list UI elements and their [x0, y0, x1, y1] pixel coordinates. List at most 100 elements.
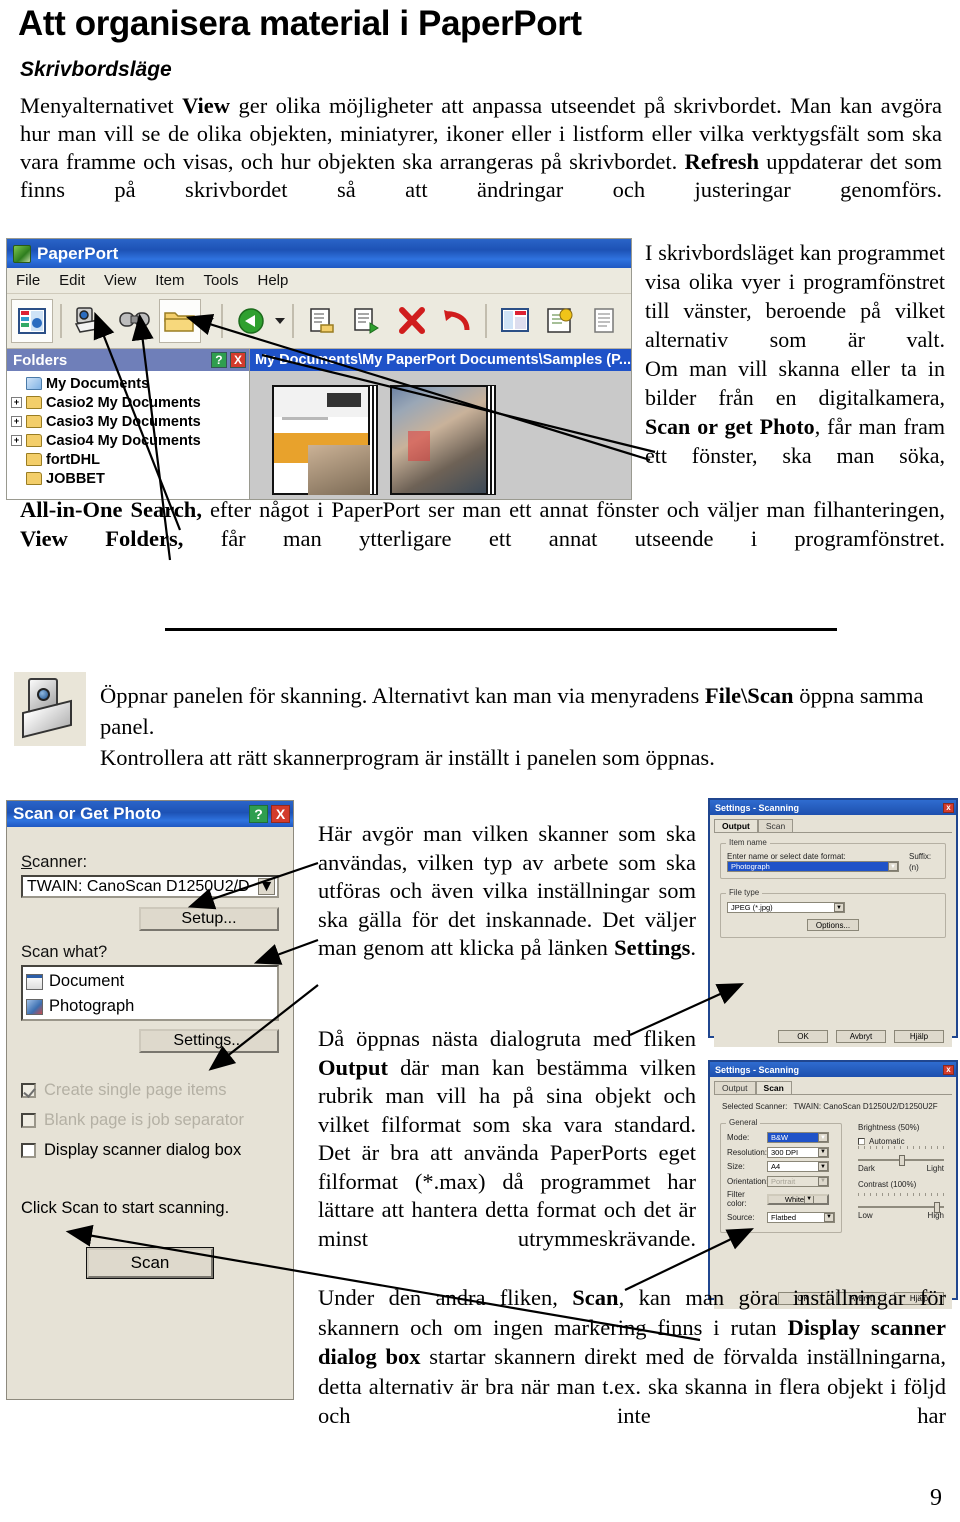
checkbox-create-single-page-items: Create single page items [21, 1075, 279, 1105]
help-icon[interactable]: ? [249, 805, 268, 823]
close-icon[interactable]: X [271, 805, 290, 823]
menu-item[interactable]: Item [155, 272, 184, 289]
tree-item-casio4[interactable]: + Casio4 My Documents [11, 431, 249, 450]
scan-hint-text: Click Scan to start scanning. [21, 1199, 230, 1217]
chevron-down-icon[interactable]: ▼ [818, 1147, 828, 1157]
chevron-down-icon[interactable]: ▼ [888, 862, 898, 871]
field-value: B&W [771, 1133, 789, 1142]
menu-help[interactable]: Help [258, 272, 289, 289]
tab-scan[interactable]: Scan [757, 819, 794, 832]
checkbox-icon [21, 1112, 36, 1128]
tree-item-fortdhl[interactable]: fortDHL [11, 450, 249, 469]
menu-file[interactable]: File [16, 272, 40, 289]
term-settings: Settings [614, 935, 691, 960]
view-folders-icon[interactable] [11, 299, 53, 343]
back-arrow-icon[interactable] [230, 299, 272, 343]
all-in-one-search-icon[interactable] [114, 299, 156, 343]
checkbox-display-scanner-dialog-box[interactable]: Display scanner dialog box [21, 1135, 279, 1165]
setup-button[interactable]: Setup... [139, 907, 279, 931]
field-value: 300 DPI [771, 1147, 799, 1157]
folder-icon [26, 396, 42, 409]
document-page: Att organisera material i PaperPort Skri… [0, 0, 960, 1522]
menu-tools[interactable]: Tools [203, 272, 238, 289]
field-source: Source: Flatbed ▼ [727, 1211, 835, 1223]
tree-expander-casio4[interactable]: + [11, 435, 22, 446]
automatic-checkbox-icon[interactable] [858, 1138, 865, 1145]
close-icon[interactable]: x [943, 802, 954, 813]
folders-close-icon[interactable]: X [229, 352, 246, 368]
close-icon[interactable]: x [943, 1064, 954, 1075]
undo-icon[interactable] [436, 299, 478, 343]
options-button[interactable]: Options... [807, 919, 859, 931]
list-item-photograph[interactable]: Photograph [26, 994, 274, 1019]
chevron-down-icon[interactable]: ▼ [824, 1212, 834, 1222]
folder-icon[interactable] [159, 299, 201, 343]
paperport-title-text: PaperPort [37, 243, 119, 263]
back-dropdown-caret-icon[interactable] [275, 318, 285, 324]
tab-bar: Output Scan [714, 1081, 952, 1095]
field-value: Portrait [771, 1176, 796, 1186]
cancel-button[interactable]: Avbryt [836, 1030, 886, 1043]
scanner-select[interactable]: TWAIN: CanoScan D1250U2/D ▼ [21, 875, 279, 898]
list-item-document[interactable]: Document [26, 969, 274, 994]
field-value-select[interactable]: A4 ▼ [767, 1161, 829, 1172]
delete-icon[interactable] [391, 299, 433, 343]
help-button[interactable]: Hjälp [894, 1030, 944, 1043]
tab-output[interactable]: Output [714, 1081, 756, 1094]
ok-button[interactable]: OK [778, 1030, 828, 1043]
field-value-select[interactable]: White ▼ [767, 1193, 829, 1205]
file-type-value: JPEG (*.jpg) [731, 903, 773, 912]
group-label: General [726, 1118, 761, 1127]
annotate-icon[interactable] [539, 299, 581, 343]
tree-item-casio3[interactable]: + Casio3 My Documents [11, 412, 249, 431]
field-mode: Mode: B&W ▼ [727, 1132, 835, 1143]
settings-button[interactable]: Settings... [139, 1029, 279, 1053]
middle-column-paragraph-2: Då öppnas nästa dialogruta med fliken Ou… [318, 1025, 696, 1253]
intro-paragraph: Menyalternativet View ger olika möjlighe… [20, 92, 942, 204]
scan-button[interactable]: Scan [87, 1248, 213, 1278]
tree-item-root[interactable]: My Documents [11, 374, 249, 393]
file-type-select[interactable]: JPEG (*.jpg) ▼ [727, 902, 845, 913]
intro-text-a: Menyalternativet [20, 93, 183, 118]
section-subtitle: Skrivbordsläge [20, 58, 172, 81]
checkbox-icon [21, 1082, 36, 1098]
field-value-select: Portrait ▼ [767, 1175, 829, 1187]
copy-icon[interactable] [346, 299, 388, 343]
chevron-down-icon[interactable]: ▼ [818, 1133, 828, 1142]
field-value-select[interactable]: B&W ▼ [767, 1132, 829, 1143]
checkbox-label: Display scanner dialog box [44, 1140, 242, 1159]
tree-expander-casio2[interactable]: + [11, 397, 22, 408]
toolbar-separator [60, 304, 62, 338]
tree-expander-casio3[interactable]: + [11, 416, 22, 427]
contrast-label: Contrast (100%) [858, 1180, 917, 1189]
thumbnail-item[interactable] [389, 385, 488, 495]
name-field-value: Photograph [731, 862, 770, 871]
tree-item-label: Casio3 My Documents [46, 413, 201, 430]
tab-output[interactable]: Output [714, 819, 758, 832]
below-d: får man ytterligare ett annat utseende i… [183, 526, 946, 551]
menu-edit[interactable]: Edit [59, 272, 85, 289]
properties-icon[interactable] [494, 299, 536, 343]
scan-or-get-photo-icon[interactable] [69, 299, 111, 343]
folders-help-icon[interactable]: ? [210, 352, 227, 368]
scan-what-listbox[interactable]: Document Photograph [21, 965, 279, 1021]
right-paragraph-2: Om man vill skanna eller ta in bilder fr… [645, 354, 945, 470]
folders-pane-header: Folders ? X [7, 349, 249, 371]
field-value-select[interactable]: 300 DPI ▼ [767, 1146, 829, 1158]
tree-item-jobbet[interactable]: JOBBET [11, 469, 249, 488]
thumbnail-item[interactable] [271, 385, 370, 495]
brightness-slider[interactable] [858, 1155, 944, 1166]
field-value-select[interactable]: Flatbed ▼ [767, 1211, 835, 1223]
chevron-down-icon[interactable]: ▼ [258, 878, 275, 895]
tab-scan[interactable]: Scan [755, 1081, 792, 1094]
checkbox-icon[interactable] [21, 1142, 36, 1158]
chevron-down-icon[interactable]: ▼ [834, 903, 844, 912]
send-to-icon[interactable] [301, 299, 343, 343]
chevron-down-icon[interactable]: ▼ [818, 1162, 828, 1171]
chevron-down-icon[interactable]: ▼ [804, 1195, 815, 1203]
folder-dropdown-caret-icon[interactable] [204, 318, 214, 324]
tree-item-casio2[interactable]: + Casio2 My Documents [11, 393, 249, 412]
name-field[interactable]: Photograph ▼ [727, 861, 899, 872]
menu-view[interactable]: View [104, 272, 136, 289]
page-icon[interactable] [584, 299, 626, 343]
